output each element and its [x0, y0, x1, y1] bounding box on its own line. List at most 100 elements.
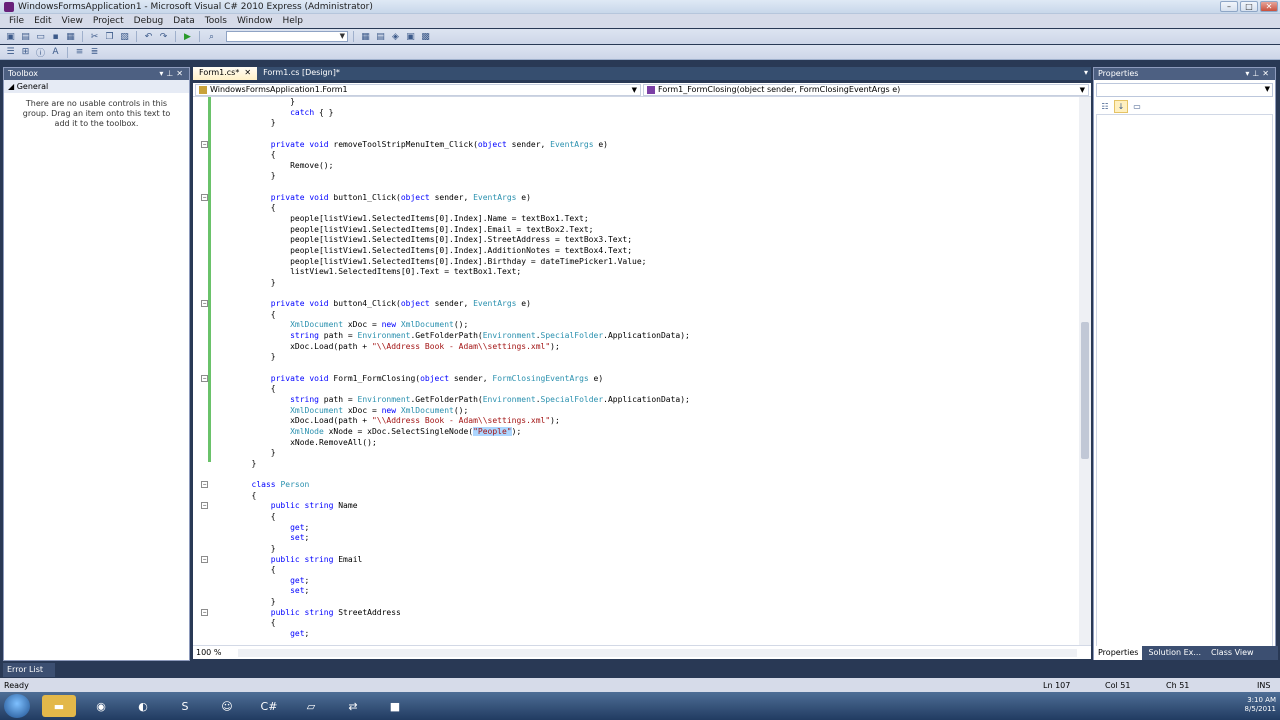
toolbox-group-general[interactable]: ◢ General [4, 80, 189, 93]
minimize-button[interactable]: – [1220, 1, 1238, 12]
code-line: set; [290, 533, 310, 543]
save-all-icon[interactable]: ▦ [64, 31, 77, 43]
properties-window-icon[interactable]: ▤ [374, 31, 387, 43]
code-line: people[listView1.SelectedItems[0].Index]… [213, 224, 594, 234]
collapse-icon[interactable]: − [201, 481, 208, 489]
find-icon[interactable]: ⌕ [205, 31, 218, 43]
uncomment-icon[interactable]: ≣ [88, 46, 101, 58]
toolbox-icon[interactable]: ▣ [404, 31, 417, 43]
code-line: { [213, 618, 276, 628]
property-grid[interactable] [1096, 114, 1273, 656]
menu-help[interactable]: Help [277, 16, 308, 26]
collapse-icon[interactable]: − [201, 502, 208, 510]
complete-word-icon[interactable]: A [49, 46, 62, 58]
visual-csharp-icon[interactable]: C# [252, 695, 286, 717]
code-line: xDoc.Load(path + "\\Address Book - Adam\… [213, 416, 560, 426]
property-pages-icon[interactable]: ▭ [1130, 100, 1144, 113]
paste-icon[interactable]: ▧ [118, 31, 131, 43]
cut-icon[interactable]: ✂ [88, 31, 101, 43]
vertical-scrollbar[interactable] [1079, 97, 1091, 645]
explorer-icon[interactable]: ▬ [42, 695, 76, 717]
code-editor[interactable]: } catch { } } − private void removeToolS… [193, 97, 1091, 645]
start-debugging-icon[interactable]: ▶ [181, 31, 194, 43]
title-bar: WindowsFormsApplication1 - Microsoft Vis… [0, 0, 1280, 14]
code-line: } [213, 118, 276, 128]
horizontal-scrollbar[interactable] [238, 649, 1077, 657]
collapse-icon[interactable]: − [201, 555, 208, 563]
parameter-info-icon[interactable]: ⊞ [19, 46, 32, 58]
collapse-icon[interactable]: − [201, 300, 208, 308]
add-item-icon[interactable]: ▤ [19, 31, 32, 43]
tab-error-list[interactable]: Error List [3, 663, 55, 677]
undo-icon[interactable]: ↶ [142, 31, 155, 43]
extension-manager-icon[interactable]: ▩ [419, 31, 432, 43]
tab-solution-explorer[interactable]: Solution Ex... [1144, 646, 1205, 660]
maximize-button[interactable]: □ [1240, 1, 1258, 12]
panel-controls[interactable]: ▾⊥✕ [1245, 68, 1272, 80]
collapse-icon[interactable]: − [201, 193, 208, 201]
class-dropdown[interactable]: WindowsFormsApplication1.Form1 ▼ [195, 84, 641, 96]
recorder-icon[interactable]: ■ [378, 695, 412, 717]
copy-icon[interactable]: ❐ [103, 31, 116, 43]
object-selector-dropdown[interactable]: ▼ [1096, 83, 1273, 97]
firefox-icon[interactable]: ◐ [126, 695, 160, 717]
clock-date: 8/5/2011 [1244, 705, 1276, 713]
zoom-level[interactable]: 100 % [196, 648, 221, 657]
list-members-icon[interactable]: ☰ [4, 46, 17, 58]
close-button[interactable]: ✕ [1260, 1, 1278, 12]
tab-form1-cs[interactable]: Form1.cs* ✕ [193, 67, 258, 80]
start-button[interactable] [4, 694, 30, 718]
collapse-icon[interactable]: − [201, 608, 208, 616]
code-line: string path = Environment.GetFolderPath(… [290, 331, 690, 341]
properties-toolbar: ☷ ↓ ▭ [1094, 100, 1275, 114]
notepad-icon[interactable]: ▱ [294, 695, 328, 717]
skype-icon[interactable]: S [168, 695, 202, 717]
comment-icon[interactable]: ≡ [73, 46, 86, 58]
menu-view[interactable]: View [57, 16, 88, 26]
panel-controls[interactable]: ▾⊥✕ [159, 68, 186, 80]
close-tab-icon[interactable]: ✕ [244, 68, 251, 77]
object-browser-icon[interactable]: ◈ [389, 31, 402, 43]
categorized-icon[interactable]: ☷ [1098, 100, 1112, 113]
alphabetical-icon[interactable]: ↓ [1114, 100, 1128, 113]
code-line: } [213, 597, 276, 607]
redo-icon[interactable]: ↷ [157, 31, 170, 43]
code-line: set; [290, 586, 310, 596]
code-line: XmlDocument xDoc = new XmlDocument(); [290, 320, 469, 330]
menu-file[interactable]: File [4, 16, 29, 26]
chrome-icon[interactable]: ◉ [84, 695, 118, 717]
system-tray: 3:10 AM 8/5/2011 [1245, 696, 1276, 714]
code-line: { [213, 490, 257, 500]
collapse-icon[interactable]: − [201, 140, 208, 148]
collapse-icon[interactable]: − [201, 374, 208, 382]
tab-properties[interactable]: Properties [1094, 646, 1143, 660]
menu-project[interactable]: Project [88, 16, 129, 26]
menu-edit[interactable]: Edit [29, 16, 56, 26]
code-text[interactable]: } catch { } } − private void removeToolS… [201, 97, 1073, 640]
menu-data[interactable]: Data [168, 16, 200, 26]
save-icon[interactable]: ▪ [49, 31, 62, 43]
menu-window[interactable]: Window [232, 16, 278, 26]
solution-config-dropdown[interactable]: ▼ [226, 31, 348, 42]
code-line: { [213, 565, 276, 575]
tab-overflow-icon[interactable]: ▾ [1084, 68, 1088, 77]
quick-info-icon[interactable]: ⓘ [34, 46, 47, 59]
code-line: } [213, 543, 276, 553]
menu-debug[interactable]: Debug [129, 16, 169, 26]
messenger-icon[interactable]: ☺ [210, 695, 244, 717]
open-file-icon[interactable]: ▭ [34, 31, 47, 43]
member-dropdown[interactable]: Form1_FormClosing(object sender, FormClo… [643, 84, 1089, 96]
teamviewer-icon[interactable]: ⇄ [336, 695, 370, 717]
new-project-icon[interactable]: ▣ [4, 31, 17, 43]
solution-explorer-icon[interactable]: ▦ [359, 31, 372, 43]
menu-tools[interactable]: Tools [200, 16, 232, 26]
code-line: } [213, 458, 257, 468]
tab-class-view[interactable]: Class View [1207, 646, 1258, 660]
tab-form1-design[interactable]: Form1.cs [Design]* [257, 67, 346, 80]
window-title: WindowsFormsApplication1 - Microsoft Vis… [18, 2, 373, 12]
document-tabs: Form1.cs* ✕ Form1.cs [Design]* ▾ [193, 67, 1091, 80]
scrollbar-thumb[interactable] [1081, 322, 1089, 459]
